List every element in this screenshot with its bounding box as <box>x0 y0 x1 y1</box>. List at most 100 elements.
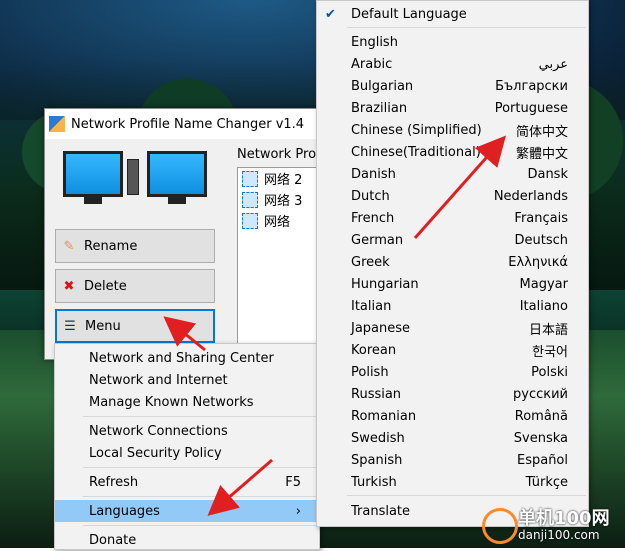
language-native-name: Magyar <box>519 276 568 292</box>
language-item[interactable]: Polish Polski <box>317 361 586 383</box>
submenu-arrow-icon: › <box>295 503 301 519</box>
language-native-name: 繁體中文 <box>515 146 568 162</box>
language-item[interactable]: Turkish Türkçe <box>317 471 586 493</box>
language-name: Romanian <box>351 408 417 424</box>
language-native-name: Română <box>514 408 568 424</box>
language-name: Polish <box>351 364 389 380</box>
language-item[interactable]: Russian русский <box>317 383 586 405</box>
language-name: Chinese(Traditional) <box>351 144 481 160</box>
menu-button[interactable]: ☰ Menu <box>55 309 215 343</box>
language-item[interactable]: Spanish Español <box>317 449 586 471</box>
language-native-name: Nederlands <box>493 188 568 204</box>
app-icon <box>49 116 65 132</box>
language-name: Default Language <box>351 6 467 22</box>
language-native-name: Italiano <box>519 298 568 314</box>
language-native-name: Български <box>495 78 568 94</box>
monitor-icon <box>147 151 207 204</box>
watermark-logo: 单机100网 danji100.com <box>480 500 625 548</box>
rename-button[interactable]: ✎ Rename <box>55 229 215 263</box>
language-name: Turkish <box>351 474 397 490</box>
language-item[interactable]: Chinese (Simplified) 简体中文 <box>317 119 586 141</box>
watermark-brand: 单机100网 <box>518 508 610 529</box>
menu-item-network-sharing-center[interactable]: Network and Sharing Center <box>55 347 317 369</box>
language-name: Greek <box>351 254 390 270</box>
language-item[interactable]: Korean 한국어 <box>317 339 586 361</box>
language-name: Italian <box>351 298 392 314</box>
menu-item-local-security-policy[interactable]: Local Security Policy <box>55 442 317 464</box>
language-item[interactable]: Brazilian Portuguese <box>317 97 586 119</box>
monitor-icon <box>63 151 123 204</box>
language-item[interactable]: Chinese(Traditional) 繁體中文 <box>317 141 586 163</box>
menu-separator <box>83 496 317 497</box>
language-native-name: 简体中文 <box>515 124 568 140</box>
language-item[interactable]: German Deutsch <box>317 229 586 251</box>
language-native-name: عربي <box>538 56 568 72</box>
language-item[interactable]: Romanian Română <box>317 405 586 427</box>
language-name: Brazilian <box>351 100 408 116</box>
language-item[interactable]: Japanese 日本語 <box>317 317 586 339</box>
language-item[interactable]: Danish Dansk <box>317 163 586 185</box>
menu-item-network-internet[interactable]: Network and Internet <box>55 369 317 391</box>
menu-item-manage-known-networks[interactable]: Manage Known Networks <box>55 391 317 413</box>
network-computers-graphic <box>63 151 207 211</box>
network-list-header: Network Prof <box>237 147 321 162</box>
watermark-url: danji100.com <box>518 528 600 542</box>
menu-separator <box>83 416 317 417</box>
menu-separator <box>83 467 317 468</box>
language-item[interactable]: Dutch Nederlands <box>317 185 586 207</box>
language-name: French <box>351 210 395 226</box>
language-item[interactable]: Greek Ελληνικά <box>317 251 586 273</box>
language-native-name: Türkçe <box>525 474 568 490</box>
logo-mark-icon <box>482 508 518 544</box>
checkmark-icon: ✔ <box>325 6 336 22</box>
refresh-shortcut: F5 <box>285 474 301 490</box>
rename-label: Rename <box>84 238 138 254</box>
language-name: Korean <box>351 342 397 358</box>
language-native-name: Svenska <box>513 430 568 446</box>
language-item[interactable]: Arabic عربي <box>317 53 586 75</box>
language-name: Swedish <box>351 430 405 446</box>
language-name: Danish <box>351 166 396 182</box>
language-native-name: 日本語 <box>528 322 568 338</box>
language-native-name: Español <box>516 452 568 468</box>
language-item[interactable]: Hungarian Magyar <box>317 273 586 295</box>
language-native-name: Portuguese <box>494 100 568 116</box>
sliders-icon: ☰ <box>64 318 76 334</box>
menu-separator <box>347 27 586 28</box>
language-native-name: 한국어 <box>532 344 568 360</box>
menu-item-languages[interactable]: Languages › <box>55 500 317 522</box>
refresh-label: Refresh <box>89 474 139 490</box>
language-item[interactable]: French Français <box>317 207 586 229</box>
language-item-default[interactable]: ✔ Default Language <box>317 3 586 25</box>
language-native-name: Deutsch <box>514 232 568 248</box>
language-name: English <box>351 34 398 50</box>
language-name: Dutch <box>351 188 390 204</box>
language-name: Spanish <box>351 452 403 468</box>
menu-separator <box>83 525 317 526</box>
language-native-name: Dansk <box>527 166 568 182</box>
window-title: Network Profile Name Changer v1.4 <box>71 116 305 132</box>
language-name: Arabic <box>351 56 393 72</box>
delete-label: Delete <box>84 278 127 294</box>
network-icon <box>242 170 258 187</box>
language-item[interactable]: Bulgarian Български <box>317 75 586 97</box>
app-window: Network Profile Name Changer v1.4 ✎ Rena… <box>44 108 335 360</box>
menu-item-network-connections[interactable]: Network Connections <box>55 420 317 442</box>
delete-x-icon: ✖ <box>63 278 75 294</box>
languages-submenu: ✔ Default Language English Arabic عربي Bulg… <box>316 0 589 527</box>
language-item[interactable]: Swedish Svenska <box>317 427 586 449</box>
language-item[interactable]: English <box>317 31 586 53</box>
language-native-name: Polski <box>531 364 568 380</box>
language-native-name: Français <box>514 210 568 226</box>
title-bar: Network Profile Name Changer v1.4 <box>45 109 333 139</box>
network-icon <box>242 212 258 229</box>
language-item[interactable]: Italian Italiano <box>317 295 586 317</box>
translate-label: Translate <box>351 503 411 519</box>
language-name: Japanese <box>351 320 411 336</box>
menu-item-refresh[interactable]: Refresh F5 <box>55 471 317 493</box>
delete-button[interactable]: ✖ Delete <box>55 269 215 303</box>
language-name: German <box>351 232 404 248</box>
language-name: Chinese (Simplified) <box>351 122 482 138</box>
network-icon <box>242 191 258 208</box>
menu-label: Menu <box>85 318 121 334</box>
